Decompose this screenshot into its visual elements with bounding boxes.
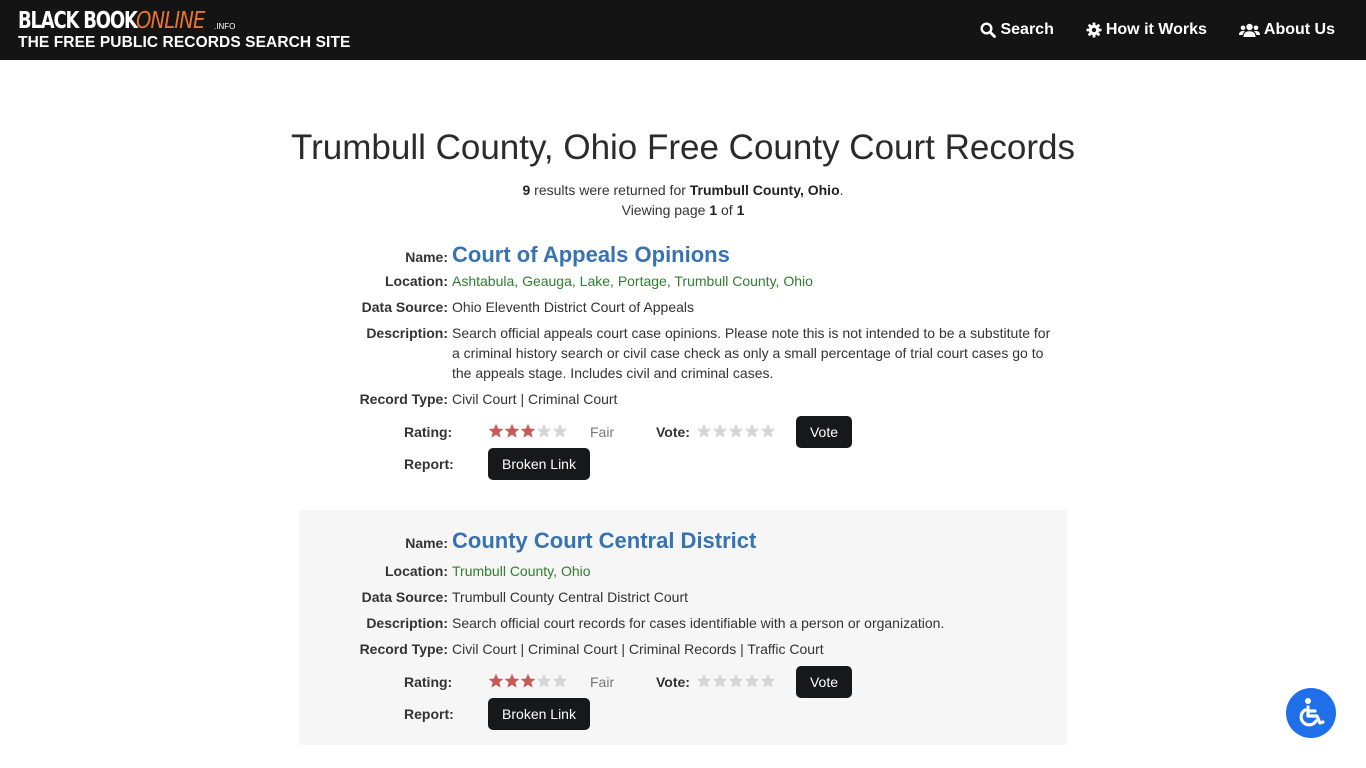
description-label: Description:	[366, 325, 448, 341]
location-link[interactable]: Portage	[618, 273, 667, 289]
nav-about-us[interactable]: About Us	[1238, 21, 1335, 39]
data-source-value: Ohio Eleventh District Court of Appeals	[452, 299, 695, 315]
logo-online-text: ONLINE	[136, 8, 205, 34]
page-of: of	[717, 202, 737, 218]
rating-label: Rating:	[404, 674, 453, 690]
star-empty-icon	[552, 673, 568, 688]
location-separator: ,	[571, 273, 580, 289]
nav-search-label: Search	[1000, 21, 1054, 38]
location-label: Location:	[385, 563, 448, 579]
vote-star-icon[interactable]	[744, 423, 760, 439]
viewing-prefix: Viewing page	[621, 202, 710, 218]
description-value: Search official court records for cases …	[452, 615, 945, 631]
data-source-value: Trumbull County Central District Court	[452, 589, 688, 605]
page-total: 1	[736, 202, 745, 218]
star-empty-icon	[536, 673, 552, 688]
description-label: Description:	[366, 615, 448, 631]
nav-search[interactable]: Search	[980, 21, 1054, 39]
record-name-link[interactable]: County Court Central District	[452, 526, 1052, 556]
data-source-label: Data Source:	[361, 299, 448, 315]
site-logo[interactable]: BLACK BOOK ONLINE .INFO THE FREE PUBLIC …	[18, 7, 350, 52]
nav-how-it-works-label: How it Works	[1105, 21, 1207, 38]
rating-text: Fair	[590, 424, 615, 440]
main-nav: Search How it Works About Us	[980, 0, 1335, 60]
accessibility-button[interactable]	[1286, 688, 1336, 738]
period: .	[839, 182, 844, 198]
users-icon	[1238, 23, 1260, 37]
location-link[interactable]: Ohio	[561, 563, 591, 579]
page-current: 1	[709, 202, 718, 218]
record-item: Name: County Court Central District Loca…	[299, 510, 1067, 745]
star-filled-icon	[520, 673, 536, 688]
location-link[interactable]: Ashtabula	[452, 273, 514, 289]
star-filled-icon	[504, 423, 520, 438]
vote-star-icon[interactable]	[728, 673, 744, 689]
star-filled-icon	[488, 673, 504, 688]
vote-star-icon[interactable]	[696, 423, 712, 439]
location-label: Location:	[385, 273, 448, 289]
report-label: Report:	[404, 706, 454, 722]
vote-star-icon[interactable]	[728, 423, 744, 439]
location-links: Trumbull County, Ohio	[452, 561, 1052, 581]
star-empty-icon	[552, 423, 568, 438]
vote-stars[interactable]	[696, 673, 776, 689]
location-link[interactable]: Trumbull County	[452, 563, 553, 579]
vote-star-icon[interactable]	[712, 423, 728, 439]
vote-button[interactable]: Vote	[796, 416, 852, 448]
location-links: Ashtabula, Geauga, Lake, Portage, Trumbu…	[452, 271, 1052, 291]
nav-how-it-works[interactable]: How it Works	[1086, 21, 1207, 39]
location-separator: ,	[553, 563, 561, 579]
data-source-label: Data Source:	[361, 589, 448, 605]
vote-button[interactable]: Vote	[796, 666, 852, 698]
star-empty-icon	[536, 423, 552, 438]
location-link[interactable]: Trumbull County	[674, 273, 775, 289]
record-type-value: Civil Court | Criminal Court | Criminal …	[452, 641, 824, 657]
star-filled-icon	[504, 673, 520, 688]
wheelchair-icon	[1299, 698, 1325, 727]
location-separator: ,	[610, 273, 618, 289]
rating-text: Fair	[590, 674, 615, 690]
top-navbar: BLACK BOOK ONLINE .INFO THE FREE PUBLIC …	[0, 0, 1366, 60]
rating-label: Rating:	[404, 424, 453, 440]
record-type-label: Record Type:	[359, 391, 448, 407]
record-name-link[interactable]: Court of Appeals Opinions	[452, 240, 1052, 270]
vote-star-icon[interactable]	[760, 673, 776, 689]
location-separator: ,	[514, 273, 523, 289]
rating-stars	[488, 673, 568, 689]
name-label: Name:	[405, 249, 448, 265]
record-type-label: Record Type:	[359, 641, 448, 657]
vote-star-icon[interactable]	[744, 673, 760, 689]
vote-star-icon[interactable]	[696, 673, 712, 689]
query-location: Trumbull County, Ohio	[689, 182, 840, 198]
location-link[interactable]: Lake	[580, 273, 610, 289]
location-link[interactable]: Ohio	[783, 273, 813, 289]
vote-stars[interactable]	[696, 423, 776, 439]
star-filled-icon	[520, 423, 536, 438]
results-text: results were returned for	[530, 182, 690, 198]
description-value: Search official appeals court case opini…	[452, 325, 1051, 381]
report-label: Report:	[404, 456, 454, 472]
page-title: Trumbull County, Ohio Free County Court …	[291, 128, 1075, 167]
nav-about-us-label: About Us	[1263, 21, 1335, 38]
vote-star-icon[interactable]	[760, 423, 776, 439]
search-icon	[980, 22, 997, 38]
rating-stars	[488, 423, 568, 439]
site-tagline: THE FREE PUBLIC RECORDS SEARCH SITE	[18, 34, 351, 51]
record-item: Name: Court of Appeals Opinions Location…	[299, 232, 1067, 490]
name-label: Name:	[405, 535, 448, 551]
star-filled-icon	[488, 423, 504, 438]
broken-link-button[interactable]: Broken Link	[488, 698, 590, 730]
logo-black-text: BLACK BOOK	[18, 8, 138, 34]
vote-star-icon[interactable]	[712, 673, 728, 689]
gear-icon	[1086, 22, 1102, 38]
logo-info-text: .INFO	[214, 22, 236, 31]
broken-link-button[interactable]: Broken Link	[488, 448, 590, 480]
location-link[interactable]: Geauga	[522, 273, 572, 289]
results-summary: 9 results were returned for Trumbull Cou…	[0, 180, 1366, 220]
vote-label: Vote:	[656, 424, 690, 440]
vote-label: Vote:	[656, 674, 690, 690]
record-type-value: Civil Court | Criminal Court	[452, 391, 618, 407]
